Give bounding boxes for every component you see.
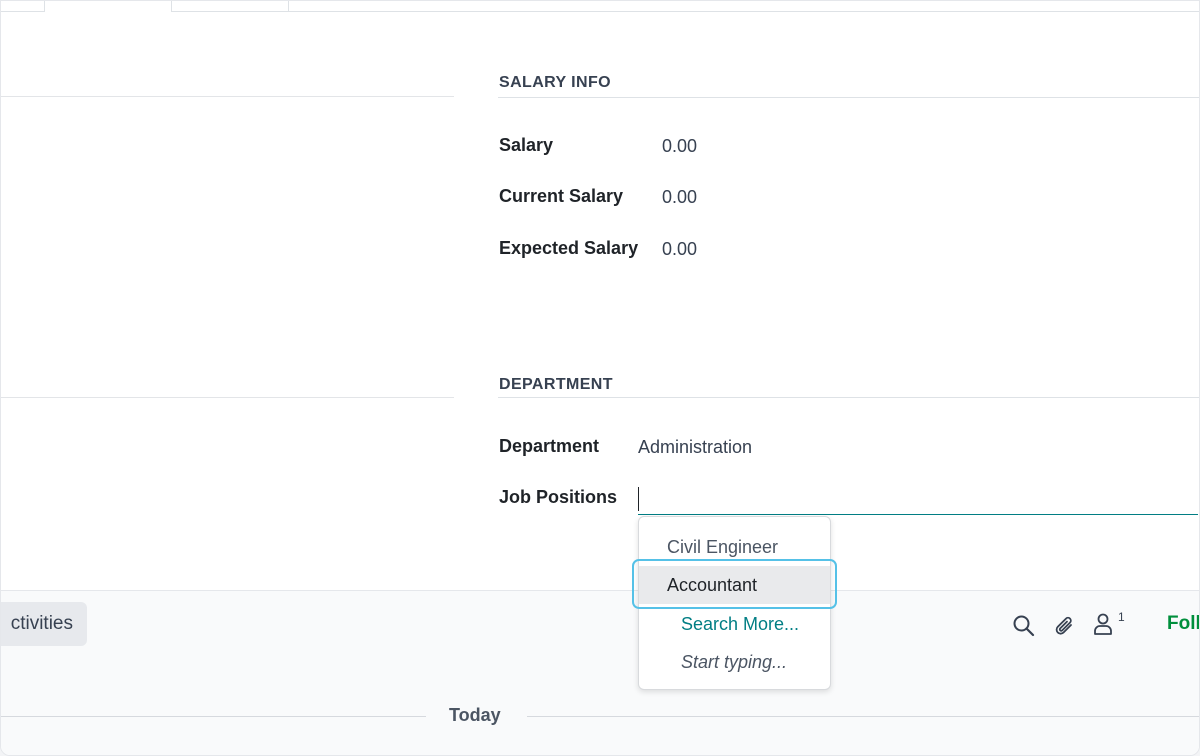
- department-field[interactable]: Administration: [638, 437, 752, 458]
- job-positions-label: Job Positions: [499, 487, 618, 507]
- job-positions-input[interactable]: [638, 483, 1198, 515]
- date-divider-today: Today: [449, 705, 501, 725]
- current-salary-field[interactable]: 0.00: [662, 187, 697, 208]
- date-divider-line: [1, 716, 426, 717]
- section-divider: [498, 97, 1199, 98]
- section-title-department: DEPARTMENT: [499, 376, 613, 393]
- department-label: Department: [499, 436, 600, 456]
- current-salary-label: Current Salary: [499, 186, 624, 206]
- followers-count: 1: [1118, 610, 1125, 624]
- section-divider: [498, 397, 1199, 398]
- search-icon[interactable]: [1011, 613, 1037, 639]
- salary-field[interactable]: 0.00: [662, 136, 697, 157]
- focus-highlight: [632, 559, 837, 609]
- form-view: SALARY INFO Salary 0.00 Current Salary 0…: [0, 0, 1200, 756]
- expected-salary-field[interactable]: 0.00: [662, 239, 697, 260]
- follow-button[interactable]: Follow: [1167, 613, 1199, 635]
- activities-button[interactable]: ctivities: [1, 602, 87, 646]
- search-more-link[interactable]: Search More...: [639, 605, 830, 643]
- section-title-salary-info: SALARY INFO: [499, 74, 611, 91]
- notebook-tab-active[interactable]: [44, 1, 172, 12]
- expected-salary-label: Expected Salary: [499, 238, 639, 258]
- notebook-tab[interactable]: [170, 1, 289, 11]
- notebook-tabs-border: [1, 11, 1199, 12]
- user-icon[interactable]: [1091, 611, 1117, 637]
- start-typing-hint: Start typing...: [681, 652, 788, 672]
- salary-label: Salary: [499, 135, 554, 155]
- left-section-divider: [1, 397, 454, 398]
- date-divider-line: [527, 716, 1199, 717]
- left-section-divider: [1, 96, 454, 97]
- activities-button-label: ctivities: [10, 613, 73, 634]
- text-caret: [638, 487, 639, 511]
- paperclip-icon[interactable]: [1052, 613, 1078, 639]
